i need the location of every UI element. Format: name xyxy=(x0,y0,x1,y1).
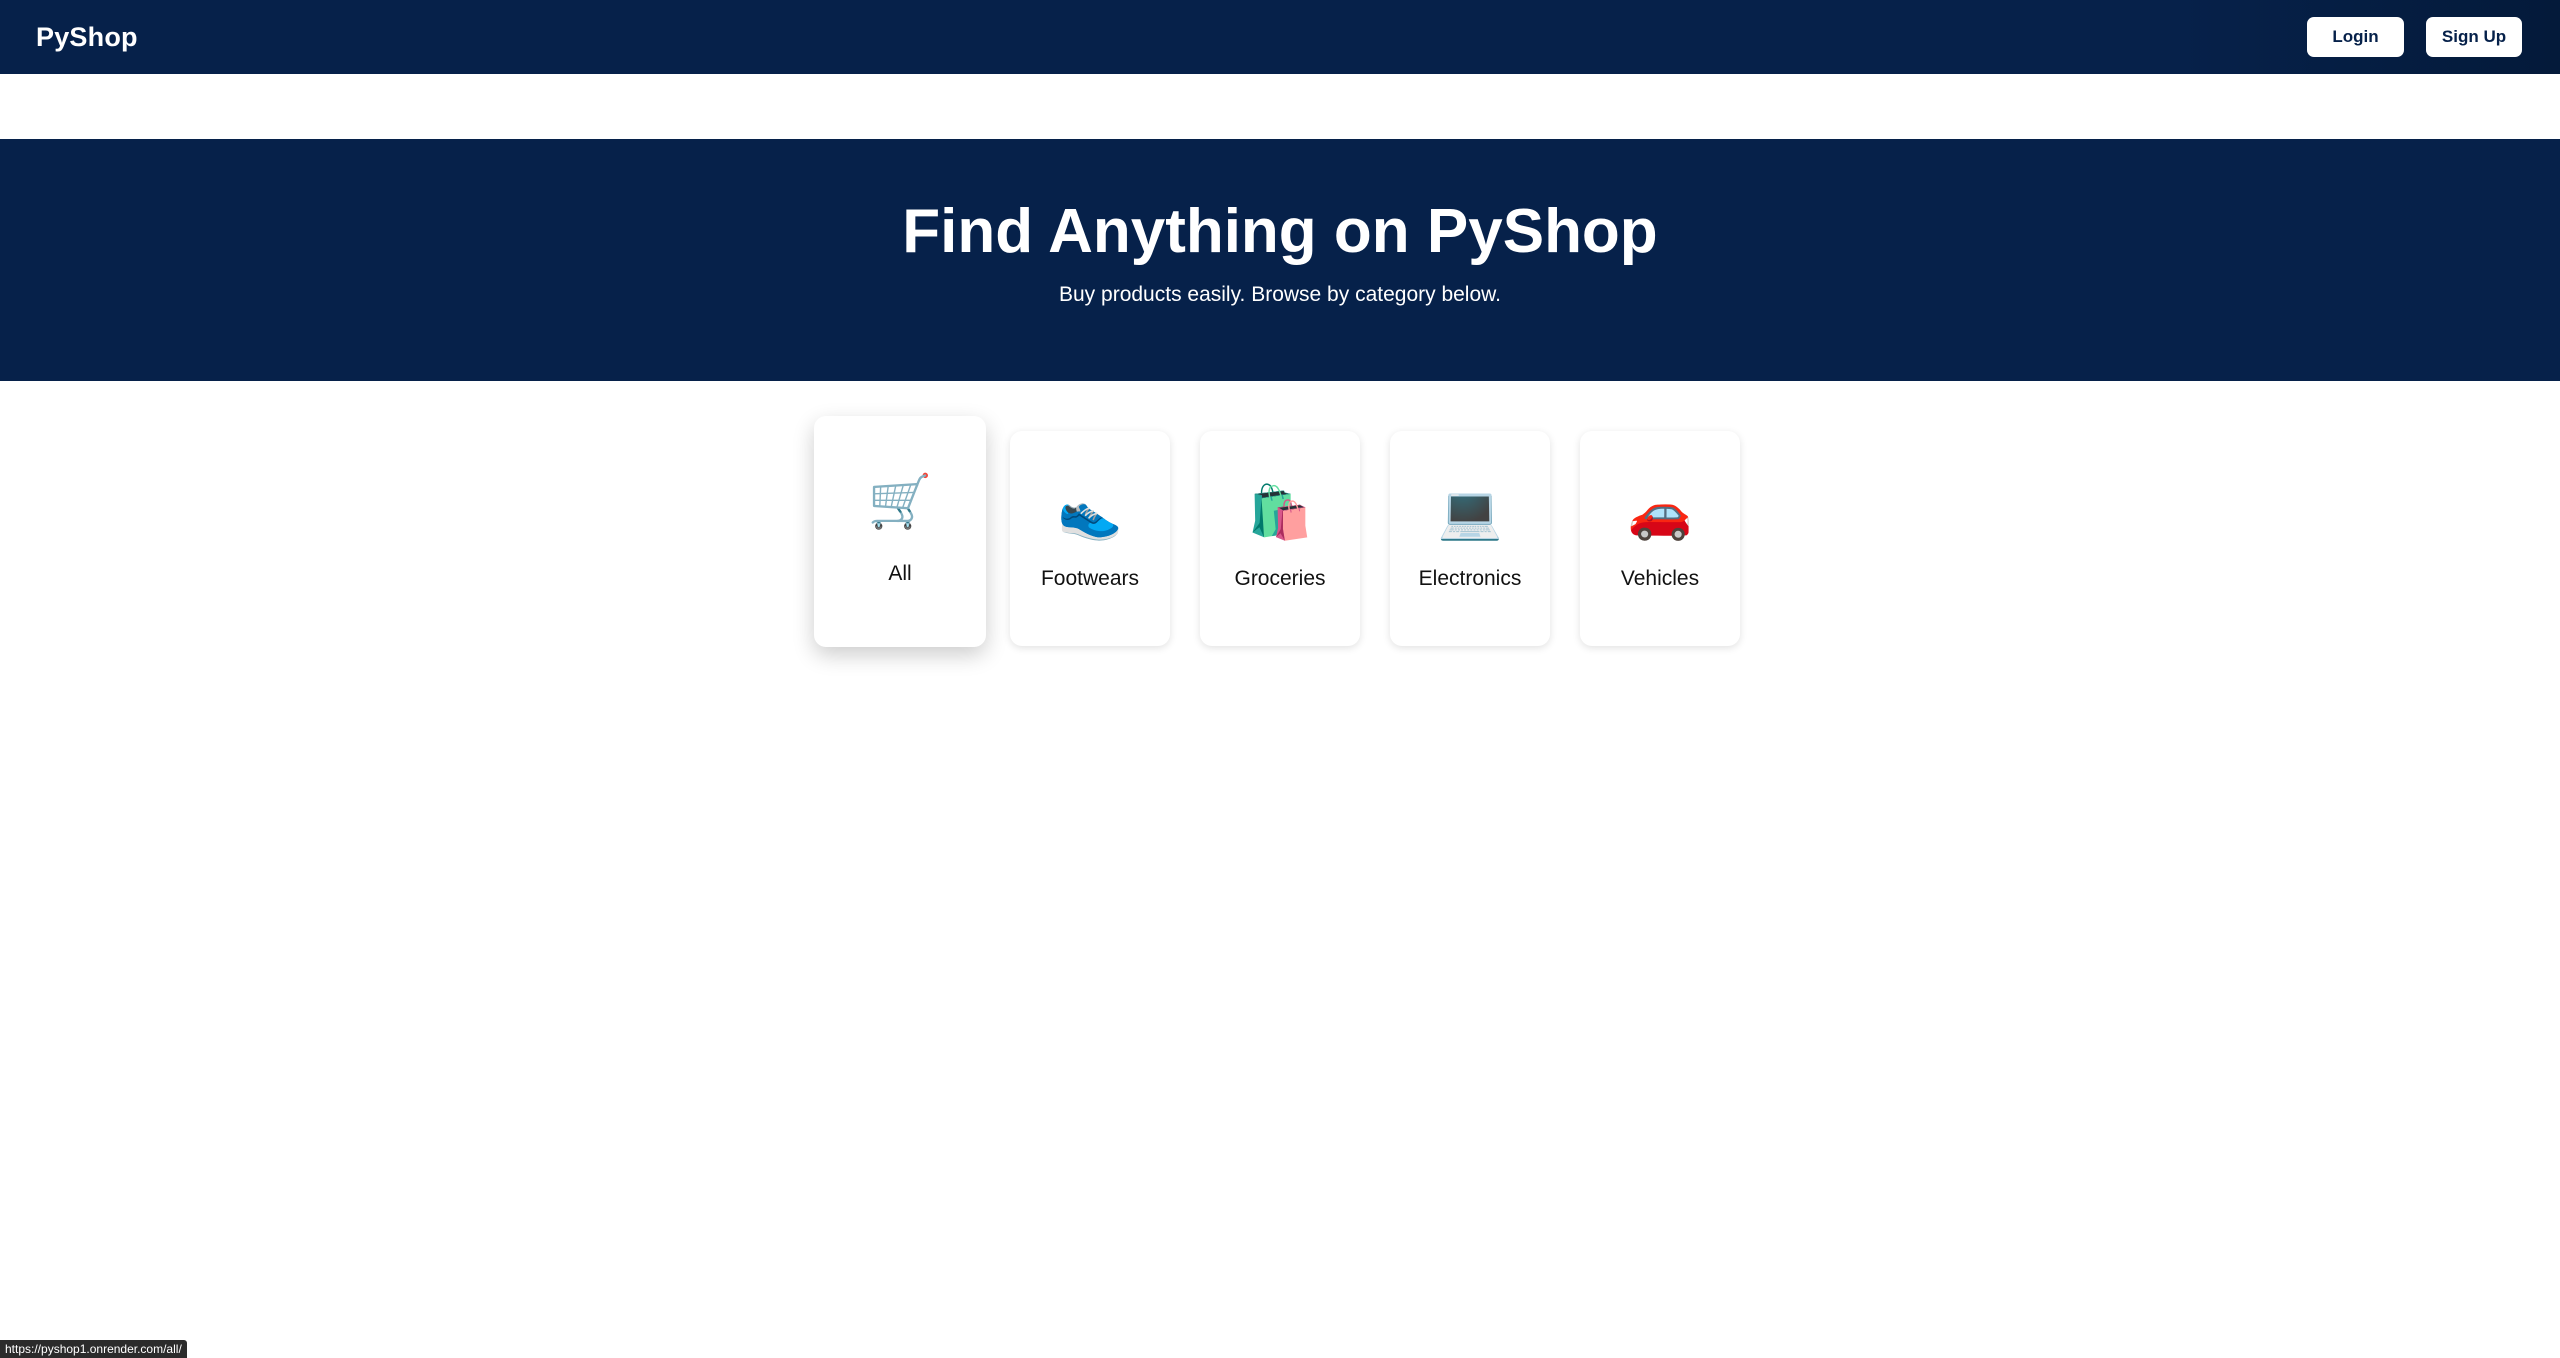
category-card-electronics[interactable]: 💻 Electronics xyxy=(1390,431,1550,646)
sneaker-icon: 👟 xyxy=(1057,484,1123,542)
category-card-groceries[interactable]: 🛍️ Groceries xyxy=(1200,431,1360,646)
nav-actions: Login Sign Up xyxy=(2307,17,2524,57)
laptop-icon: 💻 xyxy=(1437,484,1503,542)
category-label: Vehicles xyxy=(1620,567,1700,590)
signup-button[interactable]: Sign Up xyxy=(2426,17,2522,57)
car-icon: 🚗 xyxy=(1627,484,1693,542)
hero-subtitle: Buy products easily. Browse by category … xyxy=(1059,283,1501,306)
category-label: All xyxy=(888,562,912,585)
category-label: Electronics xyxy=(1418,567,1522,590)
shopping-bags-icon: 🛍️ xyxy=(1247,484,1313,542)
brand-logo[interactable]: PyShop xyxy=(36,22,138,53)
login-button[interactable]: Login xyxy=(2307,17,2404,57)
shopping-cart-icon: 🛒 xyxy=(867,473,933,531)
link-preview-status: https://pyshop1.onrender.com/all/ xyxy=(0,1340,187,1358)
category-card-footwears[interactable]: 👟 Footwears xyxy=(1010,431,1170,646)
category-label: Footwears xyxy=(1040,567,1140,590)
category-card-vehicles[interactable]: 🚗 Vehicles xyxy=(1580,431,1740,646)
category-card-all[interactable]: 🛒 All xyxy=(814,416,986,647)
top-navbar: PyShop Login Sign Up xyxy=(0,0,2560,74)
hero-title: Find Anything on PyShop xyxy=(902,197,1658,266)
category-label: Groceries xyxy=(1234,567,1326,590)
hero-banner: Find Anything on PyShop Buy products eas… xyxy=(0,139,2560,381)
